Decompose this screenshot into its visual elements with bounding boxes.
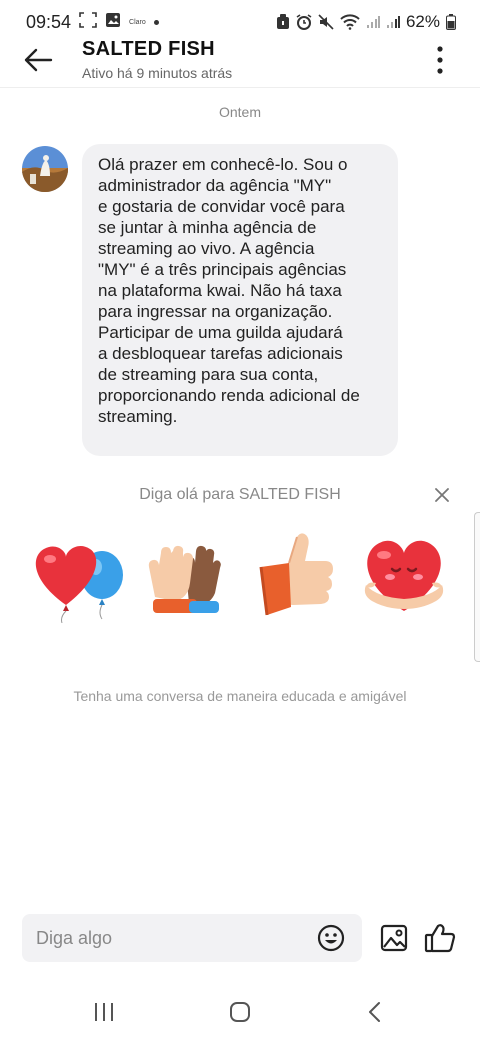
polite-note: Tenha uma conversa de maneira educada e … (73, 688, 407, 704)
home-icon (230, 1002, 250, 1022)
system-back-button[interactable] (354, 992, 394, 1032)
screenshot-icon (79, 11, 97, 33)
contact-status: Ativo há 9 minutos atrás (82, 65, 233, 81)
system-nav-bar (0, 984, 480, 1040)
greeting-title: Diga olá para SALTED FISH (139, 486, 341, 503)
date-separator: Ontem (218, 104, 261, 120)
alarm-lock-icon (276, 14, 290, 30)
battery-level: 62% (405, 12, 440, 31)
close-icon (435, 488, 449, 502)
status-carrier: Claro (129, 18, 146, 26)
thumbs-up-outline-icon (424, 924, 456, 953)
chat-header: SALTED FISH Ativo há 9 minutos atrás (0, 36, 480, 88)
chevron-left-icon (369, 1002, 380, 1022)
heart-balloon-icon (35, 546, 123, 623)
back-button[interactable] (20, 44, 56, 76)
recent-apps-icon (95, 1003, 113, 1021)
signal-icon (366, 15, 380, 29)
close-greeting-button[interactable] (430, 483, 454, 507)
message-bubble[interactable]: Olá prazer em conhecê-lo. Sou o administ… (82, 144, 398, 456)
compose-bar: Diga algo (0, 914, 480, 962)
gallery-icon (105, 12, 121, 33)
sticker-heart-hug[interactable] (352, 523, 456, 623)
notification-dot-icon (153, 19, 159, 25)
sticker-high-five[interactable] (133, 523, 237, 623)
image-button[interactable] (378, 922, 410, 954)
sticker-row (24, 523, 456, 623)
mute-icon (318, 14, 334, 30)
emoji-button[interactable] (316, 923, 346, 953)
chat-area[interactable]: Ontem Olá prazer em conhecê-lo. Sou o ad… (0, 88, 480, 908)
like-button[interactable] (422, 921, 458, 955)
emoji-icon (317, 924, 345, 952)
heart-hug-icon (364, 540, 444, 611)
thumbs-up-icon (259, 533, 333, 616)
avatar[interactable] (22, 146, 68, 192)
recent-apps-button[interactable] (84, 992, 124, 1032)
alarm-icon (296, 14, 312, 30)
message-input[interactable]: Diga algo (22, 914, 362, 962)
message-input-placeholder: Diga algo (36, 928, 113, 948)
edge-panel-handle[interactable] (474, 512, 480, 662)
more-vertical-icon (437, 46, 443, 74)
back-arrow-icon (24, 48, 53, 72)
image-icon (380, 924, 408, 952)
sticker-thumbs-up[interactable] (243, 523, 347, 623)
signal-2-icon (386, 15, 400, 29)
sticker-heart-balloon[interactable] (24, 523, 128, 623)
battery-icon (446, 14, 456, 30)
more-options-button[interactable] (422, 44, 458, 76)
high-five-icon (149, 545, 222, 613)
contact-name[interactable]: SALTED FISH (82, 38, 215, 61)
status-time: 09:54 (26, 11, 72, 32)
wifi-icon (340, 14, 360, 30)
home-button[interactable] (220, 992, 260, 1032)
